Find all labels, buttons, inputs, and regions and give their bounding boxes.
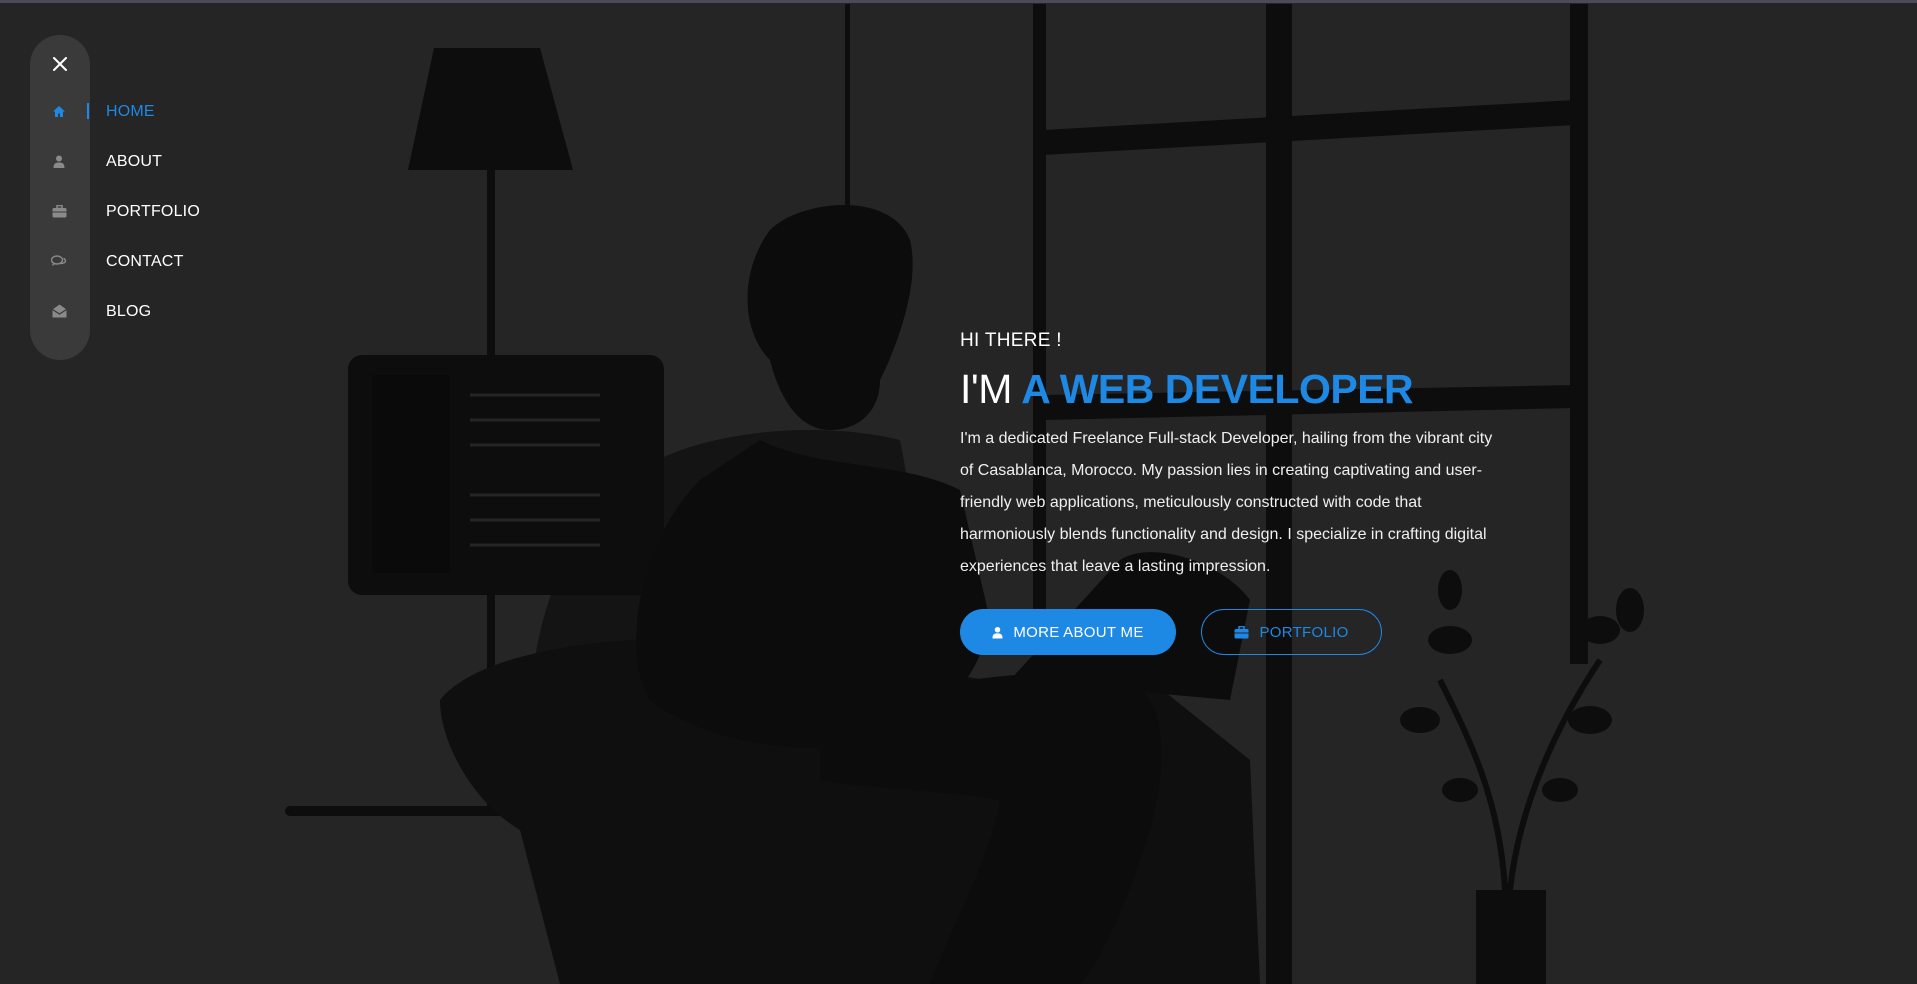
- chat-icon: [44, 246, 74, 276]
- nav-item-about[interactable]: ABOUT: [44, 146, 224, 176]
- active-indicator: [87, 103, 89, 119]
- briefcase-icon: [1234, 625, 1249, 638]
- more-about-me-label: MORE ABOUT ME: [1013, 623, 1144, 641]
- nav-label-blog: BLOG: [106, 303, 152, 320]
- close-icon: [53, 57, 67, 71]
- nav-label-about: ABOUT: [106, 153, 163, 170]
- hero-headline: I'M A WEB DEVELOPER: [960, 365, 1520, 413]
- nav-item-blog[interactable]: BLOG: [44, 296, 224, 326]
- nav-label-home: HOME: [106, 103, 155, 120]
- briefcase-icon: [44, 196, 74, 226]
- background-illustration: [285, 4, 1644, 984]
- close-menu-button[interactable]: [45, 49, 75, 79]
- headline-prefix: I'M: [960, 366, 1012, 412]
- headline-accent: A WEB DEVELOPER: [1021, 366, 1414, 412]
- nav-label-portfolio: PORTFOLIO: [106, 203, 200, 220]
- user-icon: [992, 626, 1003, 638]
- home-icon: [44, 96, 74, 126]
- hero-greeting: HI THERE !: [960, 330, 1062, 351]
- envelope-open-icon: [44, 296, 74, 326]
- nav-item-home[interactable]: HOME: [44, 96, 224, 126]
- hero-description: I'm a dedicated Freelance Full-stack Dev…: [960, 430, 1493, 575]
- nav-item-contact[interactable]: CONTACT: [44, 246, 224, 276]
- more-about-me-button[interactable]: MORE ABOUT ME: [960, 609, 1176, 655]
- nav-label-contact: CONTACT: [106, 253, 184, 270]
- hero-section: HI THERE ! I'M A WEB DEVELOPER I'm a ded…: [960, 330, 1520, 583]
- user-icon: [44, 146, 74, 176]
- portfolio-button-label: PORTFOLIO: [1259, 623, 1349, 641]
- nav-item-portfolio[interactable]: PORTFOLIO: [44, 196, 224, 226]
- portfolio-button[interactable]: PORTFOLIO: [1201, 609, 1382, 655]
